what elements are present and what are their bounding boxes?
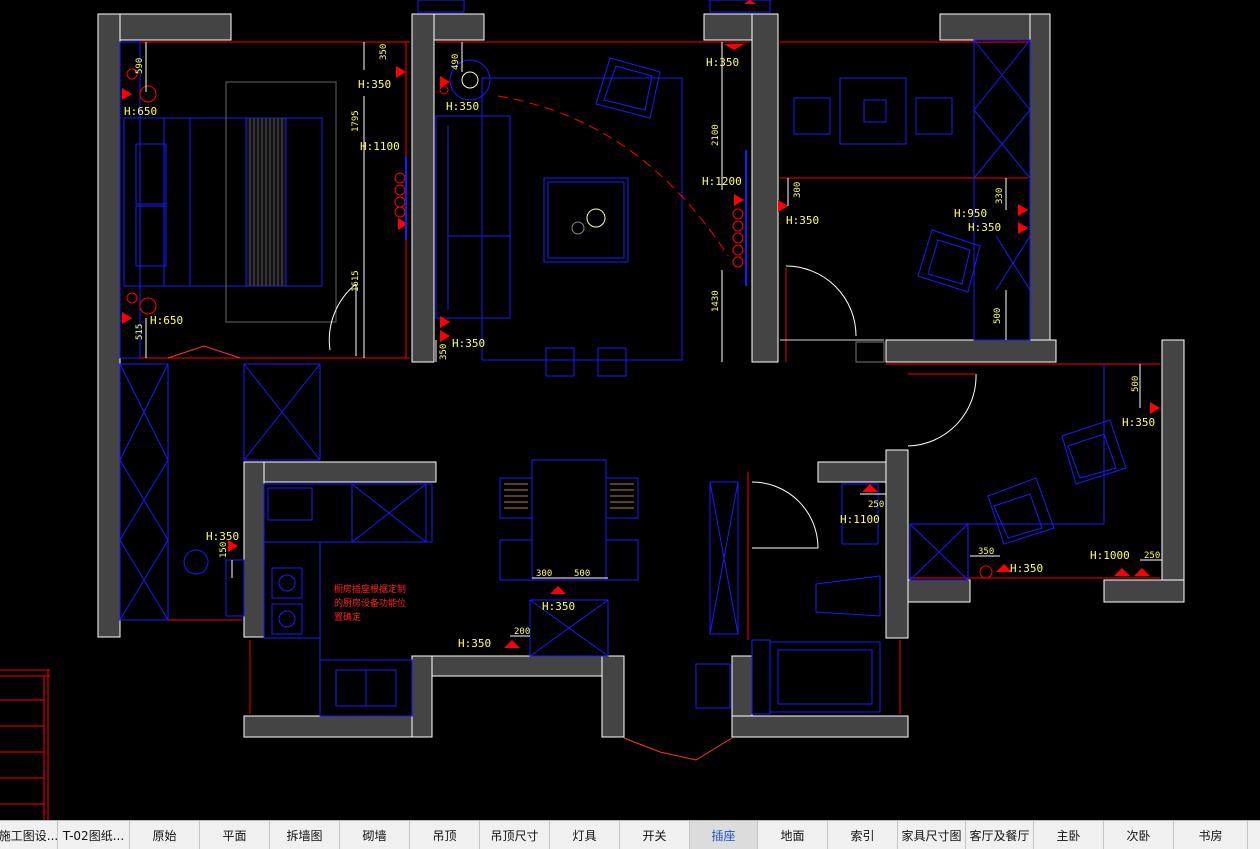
socket-height-label: H:350: [706, 56, 739, 69]
socket-height-label: H:350: [1010, 562, 1043, 575]
dimension-label: 350: [379, 44, 389, 60]
layout-tab[interactable]: 吊顶尺寸: [480, 821, 550, 849]
dimension-label: 150: [219, 542, 229, 558]
dimension-label: 500: [1131, 376, 1141, 392]
socket-height-label: H:350: [446, 100, 479, 113]
layout-tab[interactable]: 平面: [200, 821, 270, 849]
layout-tab[interactable]: 原始: [130, 821, 200, 849]
socket-height-label: H:350: [786, 214, 819, 227]
dimension-label: 1430: [711, 290, 721, 312]
socket-height-label: H:350: [1122, 416, 1155, 429]
dimension-label: 350: [978, 547, 994, 557]
socket-height-label: H:350: [206, 530, 239, 543]
socket-height-label: H:1100: [360, 140, 400, 153]
wardrobes: [119, 363, 321, 621]
dimension-label: 250: [868, 500, 884, 510]
master-bedroom: [119, 41, 337, 359]
study: [909, 364, 1127, 581]
socket-height-label: H:350: [968, 221, 1001, 234]
dimension-label: 490: [451, 54, 461, 70]
layout-tab-bar: 施工图设... T-02图纸... 原始 平面 拆墙图 砌墙 吊顶 吊顶尺寸 灯具 开关 插座 地面索…: [0, 820, 1260, 849]
layout-tab[interactable]: 次卧: [1104, 821, 1174, 849]
dimension-label: 250: [1144, 551, 1160, 561]
dimension-label: 300: [793, 182, 803, 198]
socket-height-label: H:350: [458, 637, 491, 650]
kitchen-note-line: 橱房插座根据定制: [334, 583, 406, 595]
cad-drawing-canvas[interactable]: H:650 H:650 H:350 H:1100 H:350 H:350 H:3…: [0, 0, 1260, 820]
socket-symbols: [122, 0, 1160, 648]
layout-tab[interactable]: 施工图设...: [0, 821, 58, 849]
layout-tab[interactable]: 客厅及餐厅: [966, 821, 1034, 849]
layout-tab[interactable]: 索引: [828, 821, 898, 849]
socket-height-label: H:350: [452, 337, 485, 350]
dimension-label: 1795: [351, 110, 361, 132]
socket-height-label: H:350: [358, 78, 391, 91]
layout-tab[interactable]: 砌墙: [340, 821, 410, 849]
dimension-label: 300: [536, 569, 552, 579]
floor-plan: H:650 H:650 H:350 H:1100 H:350 H:350 H:3…: [0, 0, 1185, 820]
socket-height-label: H:950: [954, 207, 987, 220]
dimension-label: 330: [995, 188, 1005, 204]
kitchen-note-line: 的厨房设备功能位: [334, 597, 406, 609]
dimension-label: 2100: [711, 124, 721, 146]
dimension-label: 515: [135, 324, 145, 340]
dimension-label: 200: [514, 627, 530, 637]
layout-tab[interactable]: 主卧: [1034, 821, 1104, 849]
layout-tab[interactable]: 开关: [620, 821, 690, 849]
layout-tab[interactable]: 拆墙图: [270, 821, 340, 849]
layout-tab[interactable]: 书房: [1174, 821, 1248, 849]
layout-tab[interactable]: 吊顶: [410, 821, 480, 849]
layout-tab[interactable]: 灯具: [550, 821, 620, 849]
socket-height-label: H:350: [542, 600, 575, 613]
socket-height-label: H:650: [150, 314, 183, 327]
layout-tab[interactable]: 插座: [690, 821, 758, 849]
layout-tab[interactable]: T-02图纸...: [58, 821, 130, 849]
layout-tab[interactable]: 地面: [758, 821, 828, 849]
layout-tab[interactable]: 家具尺寸图: [898, 821, 966, 849]
dimension-label: 350: [439, 344, 449, 360]
socket-height-label: H:650: [124, 105, 157, 118]
socket-height-label: H:1200: [702, 175, 742, 188]
dimension-label: 500: [574, 569, 590, 579]
dimension-label: 500: [993, 308, 1003, 324]
dimension-label: 590: [135, 58, 145, 74]
kitchen-note-line: 置确定: [334, 611, 361, 623]
socket-height-label: H:1100: [840, 513, 880, 526]
dimension-label: 1615: [351, 270, 361, 292]
socket-height-label: H:1000: [1090, 549, 1130, 562]
